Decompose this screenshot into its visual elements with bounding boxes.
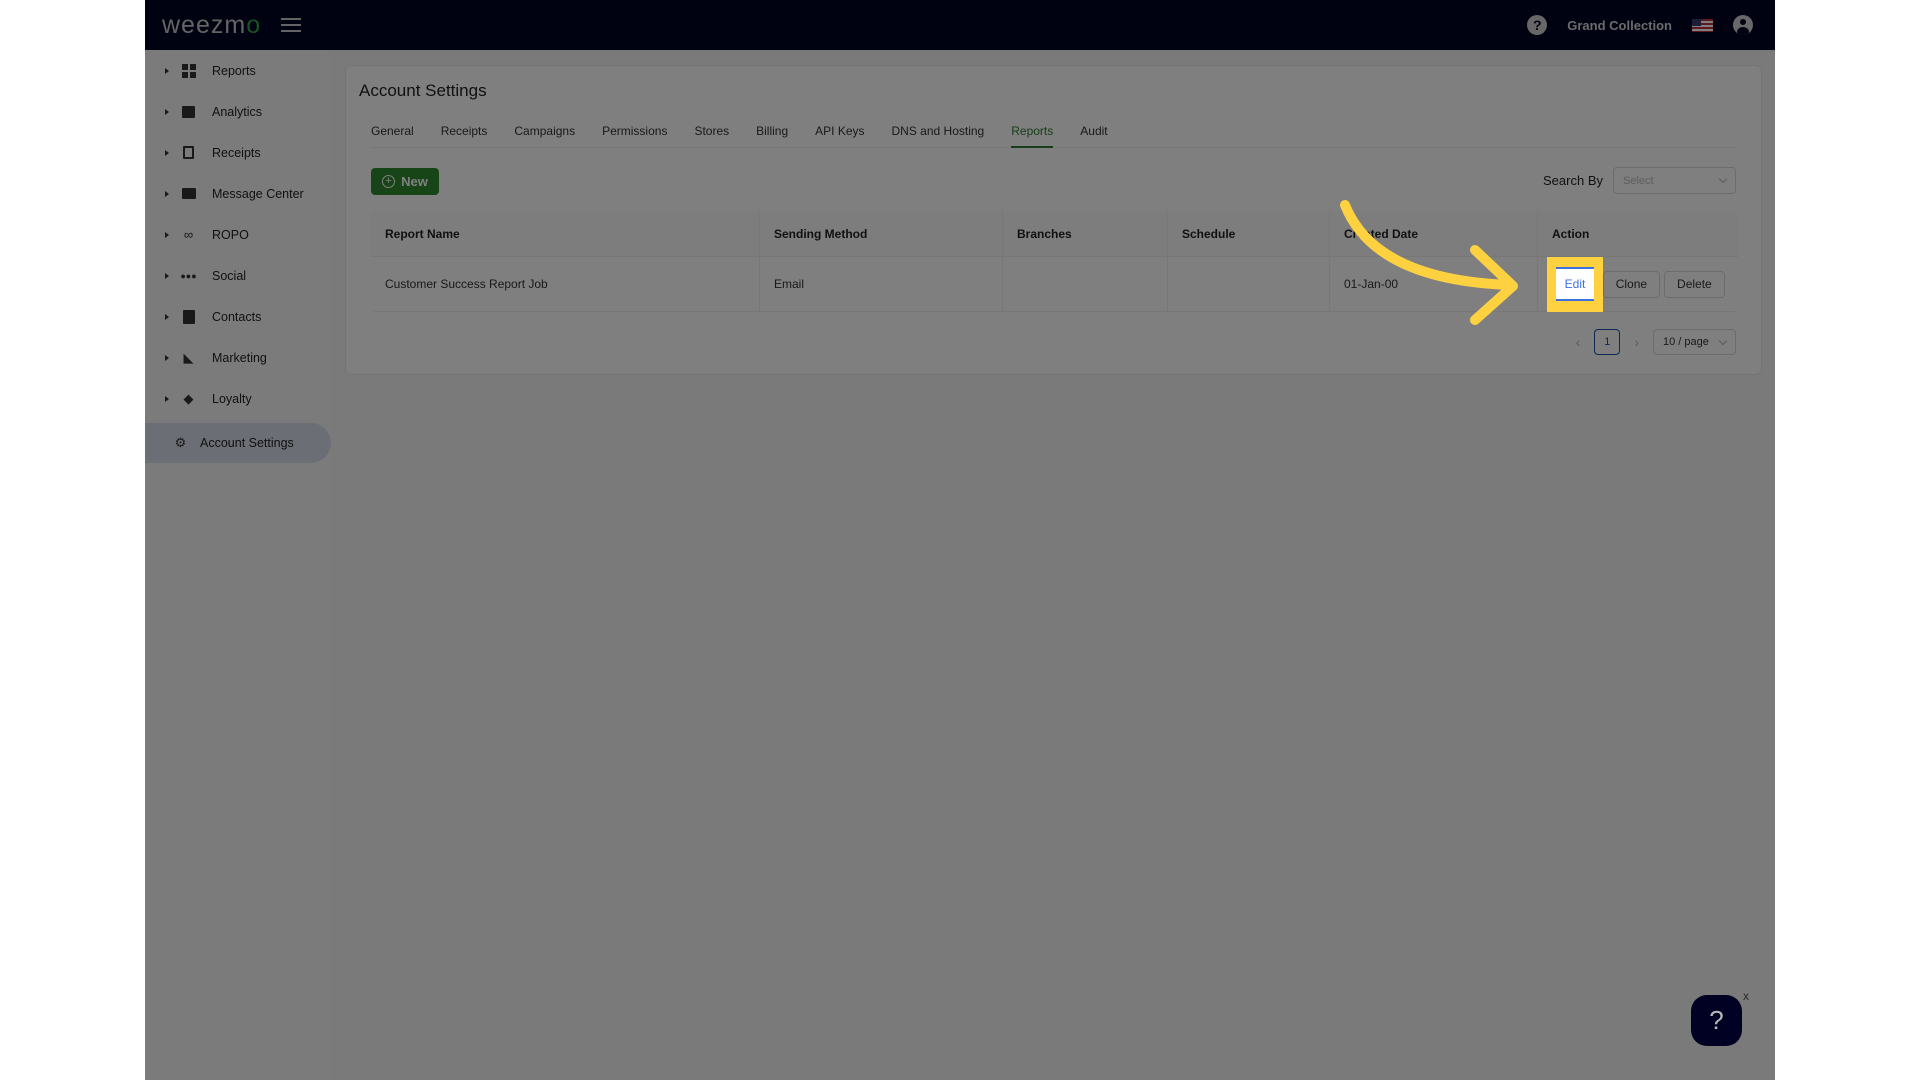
us-flag-icon[interactable]: [1692, 18, 1713, 32]
sidebar-item-analytics[interactable]: Analytics: [145, 91, 330, 132]
settings-tabs: General Receipts Campaigns Permissions S…: [371, 118, 1736, 148]
new-report-button[interactable]: + New: [371, 168, 439, 195]
cell-report-name: Customer Success Report Job: [371, 257, 760, 311]
weezmo-logo[interactable]: weezmo: [162, 11, 261, 40]
tab-receipts[interactable]: Receipts: [441, 118, 488, 148]
page-size-select[interactable]: 10 / page: [1653, 329, 1736, 355]
edit-button-highlight: Edit: [1547, 257, 1603, 312]
sidebar-item-receipts[interactable]: Receipts: [145, 132, 330, 173]
receipt-icon: [181, 145, 196, 160]
caret-right-icon: [165, 395, 169, 402]
sidebar-item-ropo[interactable]: ∞ ROPO: [145, 214, 330, 255]
chart-icon: [181, 104, 196, 119]
page-1-button[interactable]: 1: [1594, 329, 1621, 355]
help-close-icon[interactable]: x: [1743, 989, 1749, 1003]
sidebar-item-contacts[interactable]: Contacts: [145, 296, 330, 337]
chevron-down-icon: [1718, 336, 1728, 345]
sidebar-item-social[interactable]: ●●● Social: [145, 255, 330, 296]
store-name[interactable]: Grand Collection: [1567, 18, 1672, 33]
sidebar-item-label: Message Center: [212, 186, 304, 201]
caret-right-icon: [165, 190, 169, 197]
tab-stores[interactable]: Stores: [694, 118, 729, 148]
app-window: weezmo ? Grand Collection Reports Analyt…: [145, 0, 1775, 1080]
column-header-schedule[interactable]: Schedule: [1168, 211, 1330, 256]
sidebar-item-label: Account Settings: [200, 436, 294, 450]
search-by-label: Search By: [1543, 173, 1603, 188]
tab-campaigns[interactable]: Campaigns: [514, 118, 575, 148]
sidebar-item-label: Analytics: [212, 104, 263, 119]
tab-billing[interactable]: Billing: [756, 118, 788, 148]
user-account-icon[interactable]: [1733, 15, 1753, 35]
dashboard-grid-icon: [181, 63, 196, 78]
infinity-icon: ∞: [183, 227, 194, 242]
select-placeholder: Select: [1623, 174, 1654, 187]
logo-text: weezm: [162, 10, 247, 39]
page-title: Account Settings: [359, 81, 487, 100]
search-by-select[interactable]: Select: [1613, 167, 1736, 194]
next-page-icon[interactable]: ›: [1634, 334, 1639, 350]
sidebar-item-message-center[interactable]: Message Center: [145, 173, 330, 214]
caret-right-icon: [165, 313, 169, 320]
hamburger-menu-icon[interactable]: [281, 18, 302, 32]
tab-reports[interactable]: Reports: [1011, 118, 1054, 148]
topbar-right: ? Grand Collection: [1527, 0, 1753, 50]
clone-button[interactable]: Clone: [1602, 270, 1661, 298]
help-icon[interactable]: ?: [1527, 15, 1548, 35]
column-header-action: Action: [1552, 226, 1590, 241]
sidebar-item-marketing[interactable]: ◣ Marketing: [145, 337, 330, 378]
help-chat-button[interactable]: ?: [1691, 995, 1742, 1046]
tab-api-keys[interactable]: API Keys: [815, 118, 864, 148]
caret-right-icon: [165, 108, 169, 115]
column-header-sending-method[interactable]: Sending Method: [760, 211, 1003, 256]
gear-icon: ⚙: [174, 435, 187, 450]
delete-button[interactable]: Delete: [1664, 270, 1725, 298]
caret-right-icon: [165, 149, 169, 156]
page-size-value: 10 / page: [1663, 336, 1709, 348]
plus-circle-icon: +: [382, 175, 396, 188]
sidebar-item-account-settings[interactable]: ⚙ Account Settings: [145, 423, 331, 463]
cell-schedule: [1168, 257, 1330, 311]
tutorial-arrow-icon: [1340, 200, 1518, 325]
sidebar-item-label: Receipts: [212, 145, 261, 160]
top-navbar: weezmo ? Grand Collection: [145, 0, 1775, 50]
column-header-report-name[interactable]: Report Name: [371, 211, 760, 256]
sidebar-item-reports[interactable]: Reports: [145, 50, 330, 91]
sidebar-item-label: Contacts: [212, 309, 262, 324]
caret-right-icon: [165, 354, 169, 361]
highlighted-edit-button[interactable]: Edit: [1556, 267, 1594, 301]
sidebar-item-label: Reports: [212, 63, 256, 78]
sidebar-item-label: Marketing: [212, 350, 267, 365]
prev-page-icon[interactable]: ‹: [1576, 334, 1581, 350]
people-icon: ●●●: [180, 270, 197, 281]
cell-branches: [1003, 257, 1168, 311]
sidebar-item-label: Loyalty: [212, 391, 252, 406]
message-icon: [181, 186, 196, 201]
tab-dns-and-hosting[interactable]: DNS and Hosting: [892, 118, 985, 148]
cell-sending-method: Email: [760, 257, 1003, 311]
column-header-branches[interactable]: Branches: [1003, 211, 1168, 256]
contact-card-icon: [181, 309, 196, 324]
tag-heart-icon: ◆: [183, 390, 194, 406]
party-popper-icon: ◣: [183, 349, 194, 365]
tab-general[interactable]: General: [371, 118, 414, 148]
caret-right-icon: [165, 231, 169, 238]
pagination: ‹ 1 › 10 / page: [1576, 329, 1736, 355]
sidebar-item-label: ROPO: [212, 227, 249, 242]
logo-accent: o: [246, 10, 262, 39]
chevron-down-icon: [1718, 174, 1728, 184]
caret-right-icon: [165, 272, 169, 279]
search-by: Search By Select: [1543, 167, 1736, 194]
sidebar-item-label: Social: [212, 268, 247, 283]
caret-right-icon: [165, 67, 169, 74]
tab-audit[interactable]: Audit: [1080, 118, 1107, 148]
sidebar: Reports Analytics Receipts Message Cente…: [145, 50, 331, 1080]
sidebar-item-loyalty[interactable]: ◆ Loyalty: [145, 378, 330, 419]
tab-permissions[interactable]: Permissions: [602, 118, 667, 148]
new-button-label: New: [401, 174, 428, 189]
